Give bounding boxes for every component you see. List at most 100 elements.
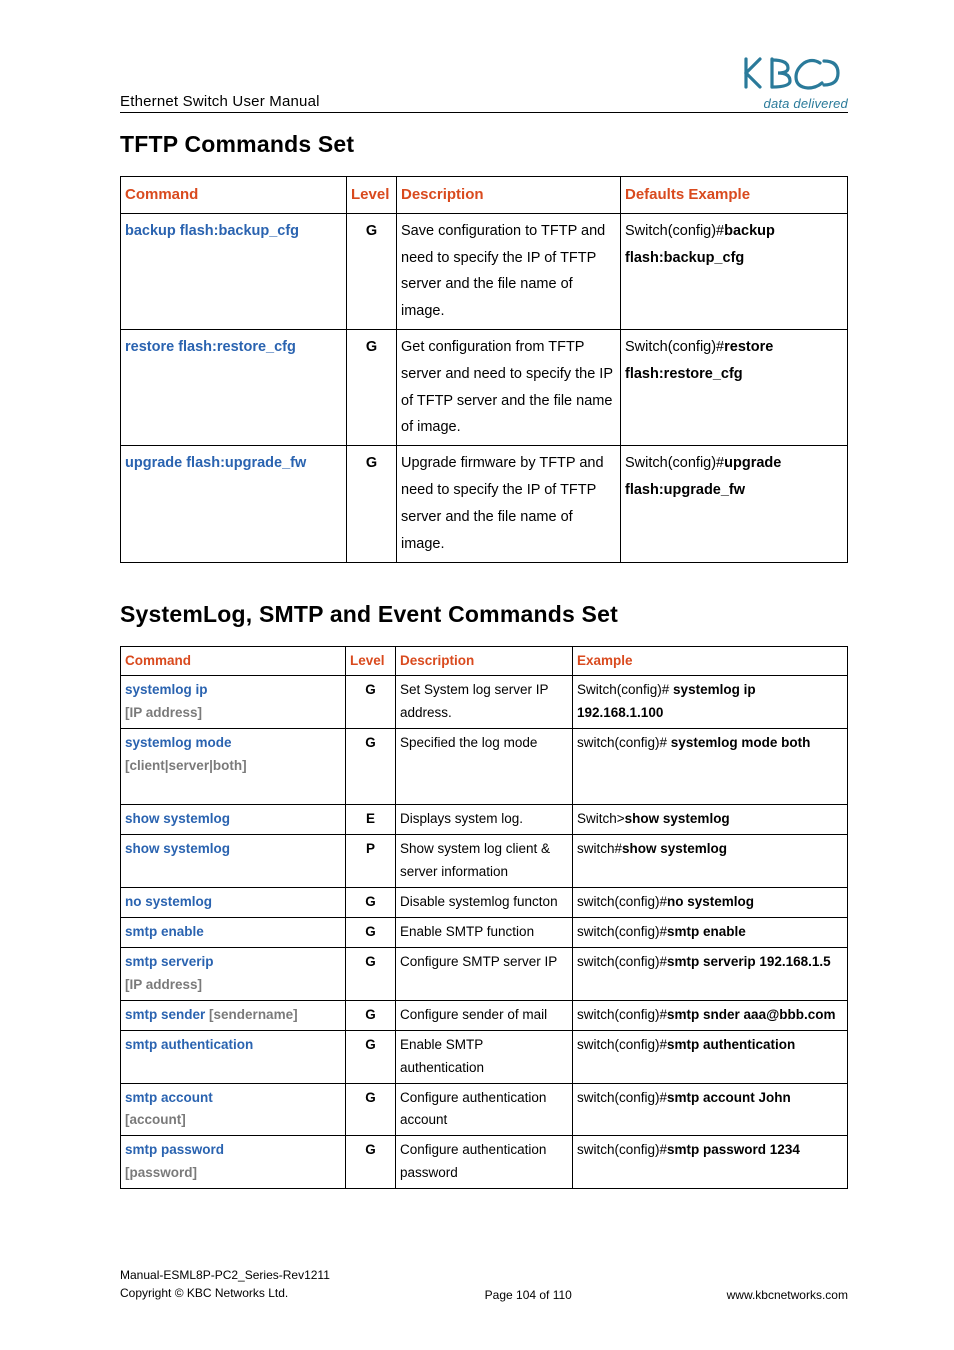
example-cell: switch(config)#smtp serverip 192.168.1.5 — [573, 947, 848, 1000]
table-row: show systemlog P Show system log client … — [121, 835, 848, 888]
command-cell: smtp authentication — [121, 1030, 346, 1083]
col-level: Level — [347, 177, 397, 214]
example-prefix: switch(config)# — [577, 1037, 667, 1052]
example-bold: smtp authentication — [667, 1037, 795, 1052]
example-cell: Switch>show systemlog — [573, 805, 848, 835]
example-cell: switch(config)#smtp authentication — [573, 1030, 848, 1083]
example-bold: smtp enable — [667, 924, 746, 939]
example-prefix: Switch(config)# — [625, 339, 724, 355]
section-heading-tftp: TFTP Commands Set — [120, 131, 848, 158]
footer-left: Manual-ESML8P-PC2_Series-Rev1211 Copyrig… — [120, 1266, 330, 1302]
example-prefix: Switch(config)# — [625, 223, 724, 239]
example-cell: Switch(config)#upgrade flash:upgrade_fw — [621, 446, 848, 562]
example-bold: show systemlog — [622, 841, 727, 856]
example-cell: Switch(config)#restore flash:restore_cfg — [621, 330, 848, 446]
level-cell: P — [346, 835, 396, 888]
example-cell: Switch(config)# systemlog ip 192.168.1.1… — [573, 676, 848, 729]
command-cell: systemlog ip[IP address] — [121, 676, 346, 729]
table-row: show systemlog E Displays system log. Sw… — [121, 805, 848, 835]
col-command: Command — [121, 177, 347, 214]
level-cell: G — [346, 729, 396, 805]
description-cell: Configure authentication account — [396, 1083, 573, 1136]
table-row: smtp account [account] G Configure authen… — [121, 1083, 848, 1136]
level-cell: G — [346, 947, 396, 1000]
description-cell: Configure sender of mail — [396, 1000, 573, 1030]
page-footer: Manual-ESML8P-PC2_Series-Rev1211 Copyrig… — [120, 1266, 848, 1302]
footer-manual-id: Manual-ESML8P-PC2_Series-Rev1211 — [120, 1268, 330, 1282]
table-row: systemlog ip[IP address] G Set System lo… — [121, 676, 848, 729]
level-cell: G — [346, 1083, 396, 1136]
command-name: smtp enable — [125, 924, 204, 939]
example-bold: smtp serverip 192.168.1.5 — [667, 954, 831, 969]
example-prefix: Switch(config)# — [577, 682, 673, 697]
logo-block: data delivered — [738, 55, 848, 110]
example-cell: switch(config)# systemlog mode both — [573, 729, 848, 805]
command-cell: smtp sender [sendername] — [121, 1000, 346, 1030]
example-cell: switch(config)#smtp snder aaa@bbb.com — [573, 1000, 848, 1030]
table-row: no systemlog G Disable systemlog functon… — [121, 887, 848, 917]
description-cell: Save configuration to TFTP and need to s… — [397, 213, 621, 329]
command-name: smtp authentication — [125, 1037, 253, 1052]
example-prefix: switch(config)# — [577, 924, 667, 939]
level-cell: G — [346, 1000, 396, 1030]
footer-copyright: Copyright © KBC Networks Ltd. — [120, 1286, 288, 1300]
example-bold: show systemlog — [625, 811, 730, 826]
command-arg: [account] — [125, 1112, 186, 1127]
col-level: Level — [346, 646, 396, 676]
description-cell: Specified the log mode — [396, 729, 573, 805]
logo-tagline: data delivered — [738, 97, 848, 110]
table-row: systemlog mode[client|server|both] G Spe… — [121, 729, 848, 805]
description-cell: Show system log client & server informat… — [396, 835, 573, 888]
command-name: systemlog mode — [125, 735, 232, 750]
example-prefix: Switch(config)# — [625, 455, 724, 471]
section-heading-syslog: SystemLog, SMTP and Event Commands Set — [120, 601, 848, 628]
command-name: smtp account — [125, 1090, 213, 1105]
syslog-commands-table: Command Level Description Example system… — [120, 646, 848, 1190]
footer-url: www.kbcnetworks.com — [727, 1288, 848, 1302]
command-cell: show systemlog — [121, 805, 346, 835]
command-cell: upgrade flash:upgrade_fw — [121, 446, 347, 562]
description-cell: Upgrade firmware by TFTP and need to spe… — [397, 446, 621, 562]
example-prefix: switch(config)# — [577, 735, 671, 750]
tftp-commands-table: Command Level Description Defaults Examp… — [120, 176, 848, 563]
description-cell: Enable SMTP authentication — [396, 1030, 573, 1083]
command-arg: [sendername] — [209, 1007, 298, 1022]
example-prefix: switch(config)# — [577, 1142, 667, 1157]
table-header-row: Command Level Description Example — [121, 646, 848, 676]
table-row: smtp authentication G Enable SMTP authen… — [121, 1030, 848, 1083]
level-cell: G — [347, 446, 397, 562]
example-bold: smtp snder aaa@bbb.com — [667, 1007, 835, 1022]
footer-page-number: Page 104 of 110 — [485, 1288, 572, 1302]
level-cell: G — [346, 1030, 396, 1083]
level-cell: G — [347, 213, 397, 329]
example-cell: Switch(config)#backup flash:backup_cfg — [621, 213, 848, 329]
example-cell: switch(config)#smtp enable — [573, 917, 848, 947]
command-cell: smtp enable — [121, 917, 346, 947]
table-row: smtp password[password] G Configure auth… — [121, 1136, 848, 1189]
command-arg: [IP address] — [125, 977, 202, 992]
example-prefix: switch(config)# — [577, 1090, 667, 1105]
example-bold: no systemlog — [667, 894, 754, 909]
command-cell: show systemlog — [121, 835, 346, 888]
col-description: Description — [397, 177, 621, 214]
page-header: Ethernet Switch User Manual data deliver… — [120, 55, 848, 113]
col-description: Description — [396, 646, 573, 676]
table-row: smtp serverip[IP address] G Configure SM… — [121, 947, 848, 1000]
command-name: smtp serverip — [125, 954, 214, 969]
command-cell: smtp serverip [IP address] — [121, 947, 346, 1000]
example-prefix: switch(config)# — [577, 1007, 667, 1022]
description-cell: Configure authentication password — [396, 1136, 573, 1189]
command-cell: no systemlog — [121, 887, 346, 917]
table-header-row: Command Level Description Defaults Examp… — [121, 177, 848, 214]
example-prefix: switch(config)# — [577, 894, 667, 909]
example-prefix: switch# — [577, 841, 622, 856]
command-cell: smtp account [account] — [121, 1083, 346, 1136]
command-cell: smtp password[password] — [121, 1136, 346, 1189]
command-name: smtp sender — [125, 1007, 205, 1022]
example-cell: switch(config)#smtp account John — [573, 1083, 848, 1136]
level-cell: G — [346, 676, 396, 729]
col-example: Example — [573, 646, 848, 676]
description-cell: Get configuration from TFTP server and n… — [397, 330, 621, 446]
example-bold: smtp password 1234 — [667, 1142, 800, 1157]
command-name: systemlog ip — [125, 682, 208, 697]
